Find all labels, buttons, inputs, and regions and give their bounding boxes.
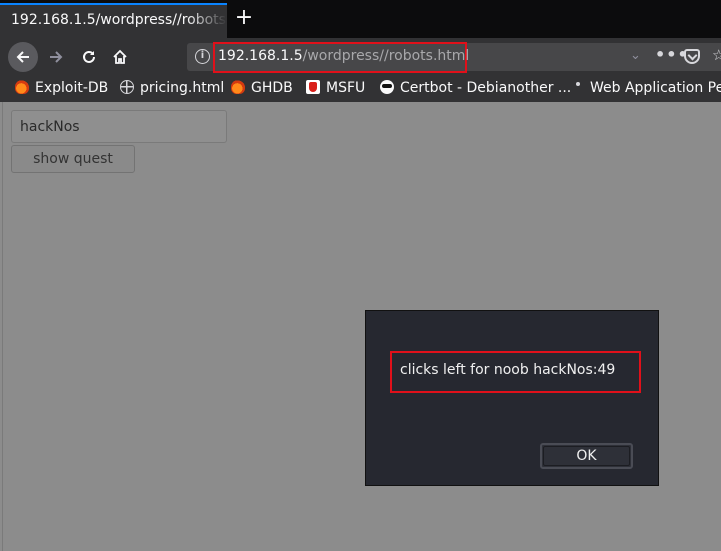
url-bar[interactable]: i 192.168.1.5/wordpress//robots.html ⌄ •… bbox=[187, 42, 721, 73]
ok-button[interactable]: OK bbox=[540, 443, 633, 469]
dot-icon bbox=[576, 82, 580, 86]
arrow-left-icon bbox=[16, 51, 29, 63]
pocket-icon[interactable] bbox=[684, 49, 700, 64]
msfu-icon bbox=[306, 80, 320, 94]
home-button[interactable] bbox=[105, 42, 135, 72]
bookmark-exploit-db[interactable]: Exploit-DB bbox=[15, 79, 108, 97]
tab-fade bbox=[187, 5, 227, 38]
bookmark-pricing[interactable]: pricing.html bbox=[120, 79, 224, 97]
chevron-down-icon[interactable]: ⌄ bbox=[630, 48, 641, 63]
bookmark-ghdb[interactable]: GHDB bbox=[231, 79, 293, 97]
bookmark-label: Certbot - Debianother ... bbox=[400, 80, 572, 96]
bookmark-label: GHDB bbox=[251, 80, 293, 96]
star-icon[interactable]: ☆ bbox=[712, 46, 721, 64]
dialog-message: clicks left for noob hackNos:49 bbox=[400, 362, 616, 378]
bookmarks-toolbar: Exploit-DB pricing.html GHDB MSFU Certbo… bbox=[0, 75, 721, 102]
globe-icon bbox=[120, 80, 134, 94]
reload-button[interactable] bbox=[74, 42, 104, 72]
bookmark-label: Web Application Pe bbox=[590, 80, 721, 96]
url-text[interactable]: 192.168.1.5/wordpress//robots.html bbox=[218, 48, 469, 64]
bookmark-msfu[interactable]: MSFU bbox=[306, 79, 365, 97]
back-button[interactable] bbox=[8, 42, 38, 72]
arrow-right-icon bbox=[50, 51, 63, 63]
url-path: /wordpress//robots.html bbox=[302, 48, 470, 64]
home-icon bbox=[113, 49, 127, 64]
show-quest-button[interactable]: show quest bbox=[11, 145, 135, 173]
new-tab-button[interactable]: + bbox=[232, 6, 256, 30]
certbot-icon bbox=[380, 80, 394, 94]
bookmark-label: pricing.html bbox=[140, 80, 225, 96]
tab-active[interactable]: 192.168.1.5/wordpress//robots.html bbox=[0, 3, 227, 38]
flame-icon bbox=[231, 80, 245, 94]
quest-input[interactable] bbox=[11, 110, 227, 143]
flame-icon bbox=[15, 80, 29, 94]
bookmark-label: MSFU bbox=[326, 80, 366, 96]
bookmark-label: Exploit-DB bbox=[35, 80, 109, 96]
reload-icon bbox=[83, 50, 95, 63]
alert-dialog: clicks left for noob hackNos:49 OK bbox=[365, 310, 659, 486]
forward-button[interactable] bbox=[41, 42, 71, 72]
bookmark-web-application[interactable]: Web Application Pe bbox=[576, 79, 721, 97]
tab-bar: 192.168.1.5/wordpress//robots.html + bbox=[0, 0, 721, 38]
info-icon[interactable]: i bbox=[195, 49, 210, 64]
nav-toolbar: i 192.168.1.5/wordpress//robots.html ⌄ •… bbox=[0, 38, 721, 75]
bookmark-certbot[interactable]: Certbot - Debianother ... bbox=[380, 79, 571, 97]
url-host: 192.168.1.5 bbox=[218, 48, 303, 64]
page-content: show quest clicks left for noob hackNos:… bbox=[0, 102, 721, 551]
